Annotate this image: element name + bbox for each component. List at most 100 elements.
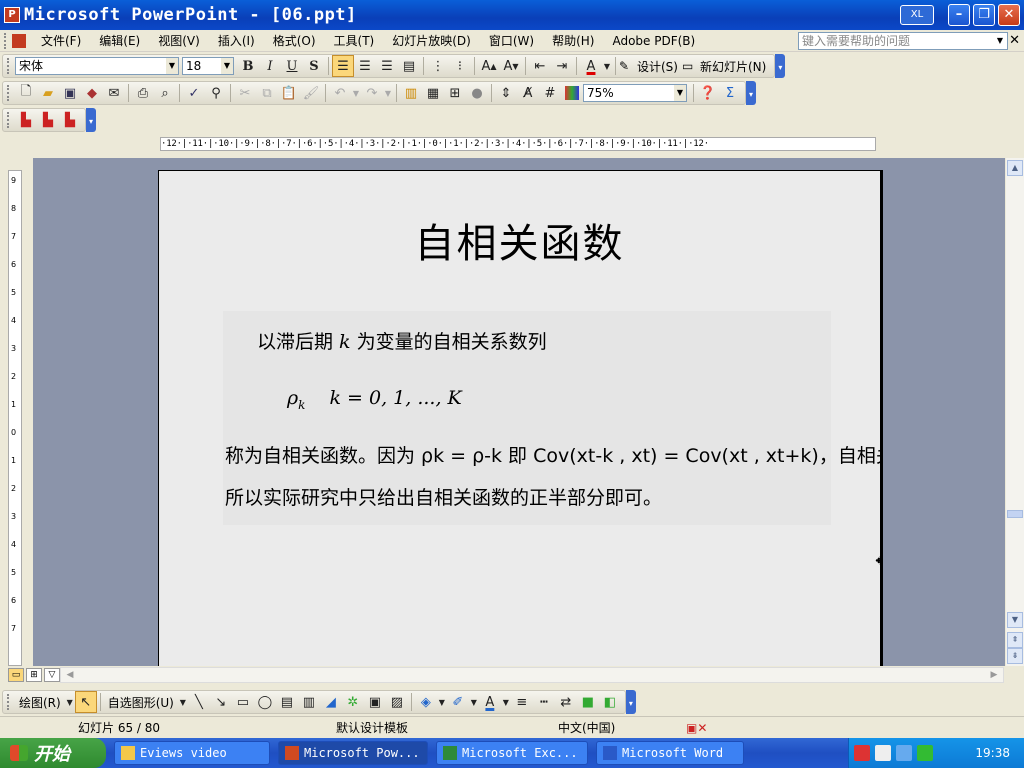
align-left-button[interactable]: ☰ xyxy=(332,55,354,77)
undo-icon[interactable]: ↶ xyxy=(329,82,351,104)
dash-style-icon[interactable]: ┅ xyxy=(533,691,555,713)
chevron-down-icon[interactable]: ▼ xyxy=(178,691,188,713)
menu-file[interactable]: 文件(F) xyxy=(32,32,90,49)
fill-color-icon[interactable]: ◈ xyxy=(415,691,437,713)
shadow-button[interactable]: S xyxy=(303,55,325,77)
equation-rho-k[interactable]: ρk k = 0, 1, ..., K xyxy=(287,387,462,412)
toolbar-options-icon[interactable]: ▾ xyxy=(746,81,756,105)
slide-text-line3[interactable]: 称为自相关函数。因为 ρk = ρ-k 即 Cov(xt-k , xt) = C… xyxy=(225,441,880,468)
chevron-down-icon[interactable]: ▼ xyxy=(221,58,233,74)
new-document-icon[interactable]: 🗋 xyxy=(15,82,37,104)
show-grid-icon[interactable]: # xyxy=(539,82,561,104)
align-right-button[interactable]: ☰ xyxy=(376,55,398,77)
chevron-down-icon[interactable]: ▼ xyxy=(65,691,75,713)
email-icon[interactable]: ✉ xyxy=(103,82,125,104)
increase-indent-button[interactable]: ⇥ xyxy=(551,55,573,77)
3d-style-icon[interactable]: ◧ xyxy=(599,691,621,713)
toolbar-grip[interactable] xyxy=(4,32,8,49)
menu-edit[interactable]: 编辑(E) xyxy=(90,32,149,49)
chevron-down-icon[interactable]: ▼ xyxy=(469,691,479,713)
draw-menu-button[interactable]: 绘图(R) xyxy=(15,694,65,711)
toolbar-options-icon[interactable]: ▾ xyxy=(86,108,96,132)
document-close-icon[interactable]: ✕ xyxy=(1009,33,1020,48)
print-preview-icon[interactable]: ⌕ xyxy=(154,82,176,104)
print-icon[interactable]: ⎙ xyxy=(132,82,154,104)
chevron-down-icon[interactable]: ▼ xyxy=(351,82,361,104)
vertical-textbox-icon[interactable]: ▥ xyxy=(298,691,320,713)
chevron-down-icon[interactable]: ▼ xyxy=(383,82,393,104)
line-color-icon[interactable]: ✐ xyxy=(447,691,469,713)
toolbar-grip[interactable] xyxy=(7,112,11,128)
bullets-button[interactable]: ⁝ xyxy=(449,55,471,77)
tables-borders-icon[interactable]: ⊞ xyxy=(444,82,466,104)
arrow-icon[interactable]: ↘ xyxy=(210,691,232,713)
chevron-down-icon[interactable]: ▼ xyxy=(501,691,511,713)
save-icon[interactable]: ▣ xyxy=(59,82,81,104)
line-style-icon[interactable]: ≡ xyxy=(511,691,533,713)
paste-icon[interactable]: 📋 xyxy=(278,82,300,104)
shadow-style-icon[interactable]: ■ xyxy=(577,691,599,713)
menu-help[interactable]: 帮助(H) xyxy=(543,32,603,49)
scroll-left-icon[interactable]: ◀ xyxy=(63,668,77,682)
slide-title[interactable]: 自相关函数 xyxy=(159,211,880,269)
slide-text-line4[interactable]: 所以实际研究中只给出自相关函数的正半部分即可。 xyxy=(225,483,662,510)
decrease-font-button[interactable]: A ▼ xyxy=(500,55,522,77)
show-formatting-icon[interactable]: A̸ xyxy=(517,82,539,104)
picture-icon[interactable]: ▨ xyxy=(386,691,408,713)
underline-button[interactable]: U xyxy=(281,55,303,77)
spelling-icon[interactable]: ✓ xyxy=(183,82,205,104)
toolbar-grip[interactable] xyxy=(7,85,11,101)
slideshow-view-icon[interactable]: ▽ xyxy=(44,668,60,682)
menu-insert[interactable]: 插入(I) xyxy=(209,32,264,49)
horizontal-ruler[interactable]: ·12·|·11·|·10·|·9·|·8·|·7·|·6·|·5·|·4·|·… xyxy=(160,137,876,151)
permission-icon[interactable]: ◆ xyxy=(81,82,103,104)
scroll-up-icon[interactable]: ▲ xyxy=(1007,160,1023,176)
help-search-input[interactable]: 键入需要帮助的问题 ▼ xyxy=(798,32,1008,50)
textbox-icon[interactable]: ▤ xyxy=(276,691,298,713)
cut-icon[interactable]: ✂ xyxy=(234,82,256,104)
start-button[interactable]: 开始 xyxy=(0,738,106,768)
restore-button[interactable]: ❐ xyxy=(973,4,995,26)
horizontal-scrollbar[interactable]: ◀ ▶ xyxy=(60,667,1004,683)
diagram-icon[interactable]: ✲ xyxy=(342,691,364,713)
insert-table-icon[interactable]: ▦ xyxy=(422,82,444,104)
bold-button[interactable]: B xyxy=(237,55,259,77)
font-color-button[interactable]: A xyxy=(580,55,602,77)
expand-all-icon[interactable]: ⇕ xyxy=(495,82,517,104)
slide-text-line1[interactable]: 以滞后期 k 为变量的自相关系数列 xyxy=(257,327,547,354)
scroll-right-icon[interactable]: ▶ xyxy=(987,668,1001,682)
slide[interactable]: 自相关函数 以滞后期 k 为变量的自相关系数列 ρk k = 0, 1, ...… xyxy=(158,170,880,666)
font-size-select[interactable]: 18 ▼ xyxy=(182,57,234,75)
document-icon[interactable] xyxy=(12,33,26,48)
close-button[interactable]: ✕ xyxy=(998,4,1020,26)
numbering-button[interactable]: ⋮ xyxy=(427,55,449,77)
minimize-button[interactable]: – xyxy=(948,4,970,26)
color-grayscale-icon[interactable] xyxy=(565,86,579,100)
insert-hyperlink-icon[interactable]: ● xyxy=(466,82,488,104)
copy-icon[interactable]: ⧉ xyxy=(256,82,278,104)
oval-icon[interactable]: ◯ xyxy=(254,691,276,713)
chevron-down-icon[interactable]: ▼ xyxy=(602,55,612,77)
convert-and-email-icon[interactable]: ▙ xyxy=(37,109,59,131)
open-folder-icon[interactable]: ▰ xyxy=(37,82,59,104)
chevron-down-icon[interactable]: ▼ xyxy=(437,691,447,713)
taskbar-item-excel[interactable]: Microsoft Exc... xyxy=(436,741,588,765)
design-button[interactable]: 设计(S) xyxy=(633,58,682,75)
italic-button[interactable]: I xyxy=(259,55,281,77)
new-slide-button[interactable]: 新幻灯片(N) xyxy=(696,58,770,75)
tray-volume-icon[interactable] xyxy=(917,745,933,761)
font-color-draw-icon[interactable]: A xyxy=(479,691,501,713)
tray-app-icon[interactable] xyxy=(854,745,870,761)
toolbar-grip[interactable] xyxy=(7,58,11,74)
scroll-thumb[interactable] xyxy=(1007,510,1023,518)
chevron-down-icon[interactable]: ▼ xyxy=(166,58,178,74)
menu-window[interactable]: 窗口(W) xyxy=(480,32,543,49)
next-slide-icon[interactable]: ⇟ xyxy=(1007,648,1023,664)
powerpoint-app-icon[interactable]: P xyxy=(4,7,20,23)
increase-font-button[interactable]: A ▲ xyxy=(478,55,500,77)
align-center-button[interactable]: ☰ xyxy=(354,55,376,77)
arrow-style-icon[interactable]: ⇄ xyxy=(555,691,577,713)
autosum-icon[interactable]: Σ xyxy=(719,82,741,104)
autoshapes-button[interactable]: 自选图形(U) xyxy=(104,694,178,711)
menu-view[interactable]: 视图(V) xyxy=(149,32,209,49)
